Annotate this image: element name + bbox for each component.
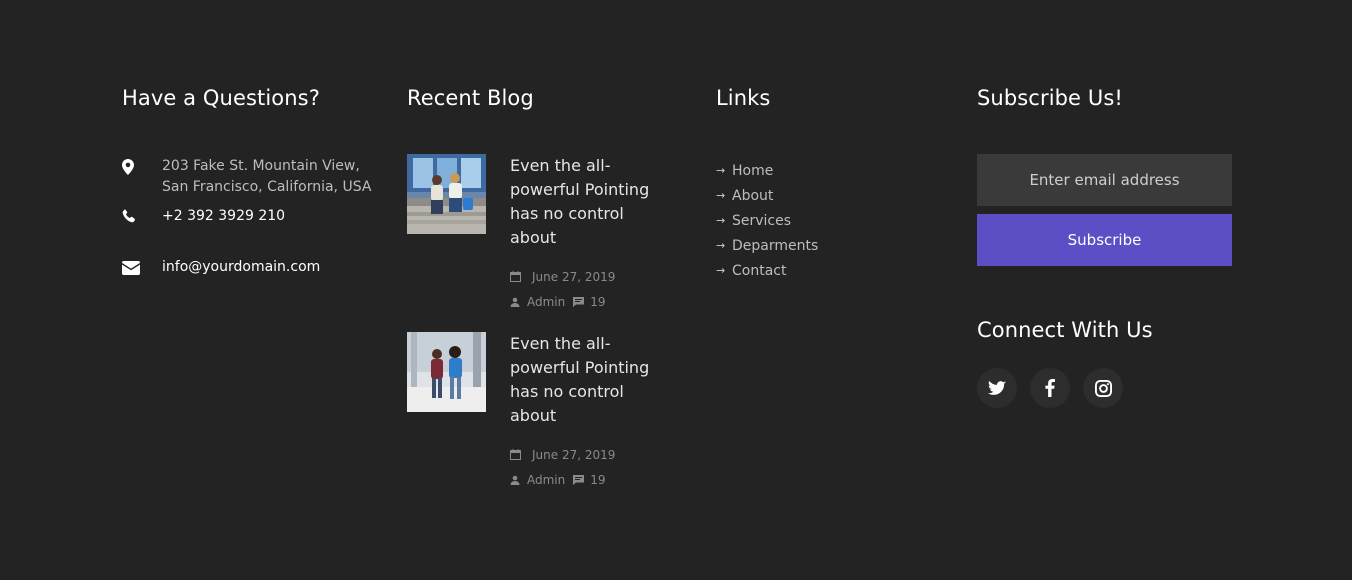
comment-icon	[573, 474, 587, 485]
site-footer: Have a Questions? 203 Fake St. Mountain …	[0, 0, 1352, 580]
footer-link-label: About	[732, 187, 774, 204]
subscribe-column: Subscribe Us! Subscribe Connect With Us	[977, 84, 1237, 408]
author-meta: Admin	[510, 472, 565, 488]
address-line-2: San Francisco, California, USA	[162, 179, 372, 195]
address-row: 203 Fake St. Mountain View, San Francisc…	[122, 156, 382, 206]
address-line-1: 203 Fake St. Mountain View,	[162, 158, 360, 174]
footer-link-label: Home	[732, 162, 774, 179]
blog-post-thumbnail[interactable]	[407, 154, 486, 234]
footer-link-home[interactable]: → Home	[716, 158, 936, 183]
subscribe-button[interactable]: Subscribe	[977, 214, 1232, 266]
contact-column: Have a Questions? 203 Fake St. Mountain …	[122, 84, 382, 278]
blog-post-comments[interactable]: 19	[590, 294, 605, 310]
twitter-link[interactable]	[977, 368, 1017, 408]
footer-link-label: Contact	[732, 262, 787, 279]
blog-post: Even the all-powerful Pointing has no co…	[407, 332, 670, 492]
blog-post-date[interactable]: June 27, 2019	[532, 269, 615, 285]
comment-icon	[573, 296, 587, 307]
connect-heading: Connect With Us	[977, 318, 1153, 342]
arrow-right-icon: →	[716, 214, 726, 227]
email-input[interactable]	[977, 154, 1232, 206]
blog-post-author[interactable]: Admin	[527, 294, 565, 310]
blog-post-author[interactable]: Admin	[527, 472, 565, 488]
meta-author-row: Admin 19	[510, 289, 670, 314]
blog-heading: Recent Blog	[407, 86, 534, 110]
contact-heading: Have a Questions?	[122, 86, 320, 110]
footer-link-services[interactable]: → Services	[716, 208, 936, 233]
email-row: info@yourdomain.com	[122, 257, 382, 278]
instagram-link[interactable]	[1083, 368, 1123, 408]
footer-link-label: Deparments	[732, 237, 819, 254]
phone-row: +2 392 3929 210	[122, 206, 382, 257]
facebook-link[interactable]	[1030, 368, 1070, 408]
phone-link[interactable]: +2 392 3929 210	[162, 206, 285, 227]
blog-post-body: Even the all-powerful Pointing has no co…	[510, 154, 670, 314]
blog-post-title[interactable]: Even the all-powerful Pointing has no co…	[510, 332, 670, 428]
comments-meta: 19	[573, 294, 606, 310]
author-meta: Admin	[510, 294, 565, 310]
blog-post-date[interactable]: June 27, 2019	[532, 447, 615, 463]
phone-icon	[122, 206, 162, 223]
meta-date-row: June 27, 2019	[510, 264, 670, 289]
arrow-right-icon: →	[716, 239, 726, 252]
address-text: 203 Fake St. Mountain View, San Francisc…	[162, 156, 371, 198]
social-links	[977, 368, 1237, 408]
subscribe-heading: Subscribe Us!	[977, 86, 1123, 110]
facebook-icon	[1045, 379, 1055, 397]
twitter-icon	[988, 380, 1006, 396]
meta-author-row: Admin 19	[510, 467, 670, 492]
meta-date-row: June 27, 2019	[510, 442, 670, 467]
blog-post-meta: June 27, 2019 Admin 19	[510, 442, 670, 492]
links-column: Links → Home → About → Services → Deparments…	[716, 84, 936, 283]
email-link[interactable]: info@yourdomain.com	[162, 257, 320, 278]
footer-link-departments[interactable]: → Deparments	[716, 233, 936, 258]
footer-link-about[interactable]: → About	[716, 183, 936, 208]
arrow-right-icon: →	[716, 189, 726, 202]
map-marker-icon	[122, 156, 162, 175]
calendar-icon	[510, 449, 524, 460]
comments-meta: 19	[573, 472, 606, 488]
blog-post-thumbnail[interactable]	[407, 332, 486, 412]
contact-list: 203 Fake St. Mountain View, San Francisc…	[122, 156, 382, 278]
blog-post-meta: June 27, 2019 Admin 19	[510, 264, 670, 314]
blog-post-comments[interactable]: 19	[590, 472, 605, 488]
links-list: → Home → About → Services → Deparments → Cont…	[716, 158, 936, 283]
arrow-right-icon: →	[716, 164, 726, 177]
links-heading: Links	[716, 86, 771, 110]
footer-link-label: Services	[732, 212, 792, 229]
blog-post: Even the all-powerful Pointing has no co…	[407, 154, 670, 314]
footer-link-contact[interactable]: → Contact	[716, 258, 936, 283]
blog-column: Recent Blog Even the all-powerful Pointi…	[407, 84, 677, 504]
person-icon	[510, 475, 523, 485]
calendar-icon	[510, 271, 524, 282]
blog-post-body: Even the all-powerful Pointing has no co…	[510, 332, 670, 492]
envelope-icon	[122, 257, 162, 275]
person-icon	[510, 297, 523, 307]
instagram-icon	[1094, 379, 1112, 397]
blog-post-title[interactable]: Even the all-powerful Pointing has no co…	[510, 154, 670, 250]
arrow-right-icon: →	[716, 264, 726, 277]
